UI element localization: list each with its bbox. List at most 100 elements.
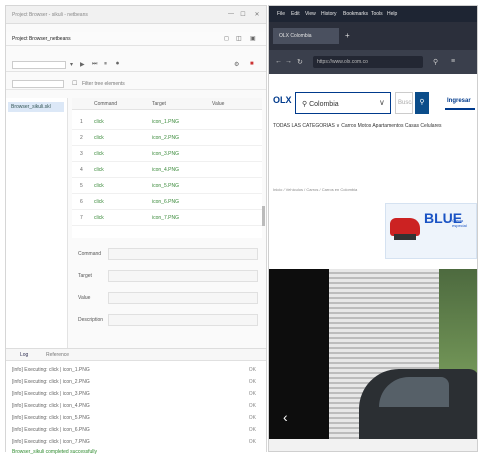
value-label: Value [78,295,91,301]
log-status: OK [248,391,256,397]
row-target: icon_6.PNG [152,199,179,205]
browser-window: File Edit View History Bookmarks Tools H… [268,5,478,452]
project-name: Project Browser_netbeans [12,36,71,42]
tab-reference[interactable]: Reference [46,352,69,358]
maximize-icon[interactable]: ☐ [238,11,248,19]
settings-icon[interactable]: ⚙ [234,61,239,68]
ad-car-base [394,234,416,240]
category-bar[interactable]: TODAS LAS CATEGORÍAS ∨ Carros Motos Apar… [273,123,477,133]
row-target: icon_3.PNG [152,151,179,157]
address-input[interactable]: https://www.olx.com.co [313,56,423,68]
row-number: 2 [80,135,83,141]
browser-tabbar: OLX Colombia + [269,22,477,50]
stop-icon[interactable]: ■ [250,61,254,67]
row-target: icon_2.PNG [152,135,179,141]
log-entry: [info] Executing: click | icon_4.PNG OK [12,403,262,415]
table-scrollbar[interactable] [262,206,265,226]
tab-log[interactable]: Log [20,352,28,358]
forward-icon[interactable]: → [285,58,292,65]
menu-edit[interactable]: Edit [291,11,300,17]
new-icon[interactable]: ◻ [224,35,229,42]
menu-icon[interactable]: ≡ [451,58,455,65]
column-value[interactable]: Value [212,101,224,107]
table-row[interactable]: 3 click icon_3.PNG [72,146,262,162]
table-row[interactable]: 5 click icon_5.PNG [72,178,262,194]
column-command[interactable]: Command [94,101,117,107]
location-select[interactable]: ⚲ Colombia [295,92,391,114]
table-row[interactable]: 1 click icon_1.PNG [72,114,262,130]
log-entry: [info] Executing: click | icon_3.PNG OK [12,391,262,403]
table-row[interactable]: 2 click icon_2.PNG [72,130,262,146]
listing-photo[interactable]: ‹ [269,269,477,439]
project-bar: Project Browser_netbeans ◻ ◫ ▣ [6,32,266,46]
menu-view[interactable]: View [305,11,316,17]
log-text: [info] Executing: click | icon_4.PNG [12,403,90,409]
log-tabs: Log Reference [6,349,266,361]
save-icon[interactable]: ▣ [250,35,256,42]
pause-icon[interactable]: ⏸ [104,61,107,68]
project-tree: Browser_sikuli.skl [6,98,68,348]
command-editor: Command Target Value Description [72,242,262,342]
chevron-left-icon[interactable]: ‹ [283,409,288,425]
column-target[interactable]: Target [152,101,166,107]
row-target: icon_1.PNG [152,119,179,125]
new-tab-icon[interactable]: + [345,31,350,40]
log-text: [info] Executing: click | icon_6.PNG [12,427,90,433]
target-input[interactable] [108,270,258,282]
description-input[interactable] [108,314,258,326]
page-footer-strip [269,439,477,451]
menu-tools[interactable]: Tools [371,11,383,17]
back-icon[interactable]: ← [275,58,282,65]
log-panel: Log Reference [info] Executing: click | … [6,348,266,455]
open-icon[interactable]: ◫ [236,35,242,42]
log-text: [info] Executing: click | icon_7.PNG [12,439,90,445]
olx-logo[interactable]: OLX [273,95,292,109]
search-input[interactable]: Buscar [395,92,413,114]
log-status: OK [248,403,256,409]
command-table: Command Target Value 1 click icon_1.PNG … [72,98,262,238]
row-command: click [94,135,104,141]
tab-olx[interactable]: OLX Colombia [273,28,339,44]
speed-select[interactable] [12,61,66,69]
filter-bar: ☐ Filter tree elements [6,78,266,90]
command-input[interactable] [108,248,258,260]
reload-icon[interactable]: ↻ [297,58,303,66]
chevron-down-icon[interactable]: ▾ [70,61,73,68]
row-number: 6 [80,199,83,205]
table-row[interactable]: 6 click icon_6.PNG [72,194,262,210]
checkbox-icon[interactable]: ☐ [72,80,77,87]
ad-subtext: Oferta especial [452,218,467,228]
menu-bookmarks[interactable]: Bookmarks [343,11,368,17]
menu-help[interactable]: Help [387,11,397,17]
login-link[interactable]: Ingresar [447,98,471,104]
value-input[interactable] [108,292,258,304]
row-command: click [94,215,104,221]
menu-history[interactable]: History [321,11,337,17]
record-icon[interactable]: ⏺ [116,61,119,68]
browser-menubar: File Edit View History Bookmarks Tools H… [269,6,477,22]
search-button[interactable]: ⚲ [415,92,429,114]
site-header: OLX ⚲ Colombia ∨ Buscar ⚲ Ingresar [269,90,477,116]
step-icon[interactable]: ⏭ [92,61,97,68]
search-icon[interactable]: ⚲ [433,58,438,66]
chevron-down-icon[interactable]: ∨ [379,98,385,107]
browser-toolbar: ← → ↻ https://www.olx.com.co ⚲ ≡ [269,50,477,74]
target-label: Target [78,273,92,279]
row-target: icon_4.PNG [152,167,179,173]
filter-label: Filter tree elements [82,81,125,87]
tree-item-selected[interactable]: Browser_sikuli.skl [8,102,64,112]
table-header: Command Target Value [72,98,262,110]
row-number: 1 [80,119,83,125]
row-number: 4 [80,167,83,173]
breadcrumb[interactable]: Inicio / Vehículos / Carros / Carros en … [273,187,477,195]
play-icon[interactable]: ▶ [80,61,85,68]
table-row[interactable]: 4 click icon_4.PNG [72,162,262,178]
minimize-icon[interactable]: — [226,11,236,19]
tree-search-input[interactable] [12,80,64,88]
close-icon[interactable]: ✕ [252,11,262,19]
menu-file[interactable]: File [277,11,285,17]
log-text: [info] Executing: click | icon_3.PNG [12,391,90,397]
window-titlebar: Project Browser - sikuli - netbeans — ☐ … [6,6,266,24]
ad-banner[interactable]: BLUE Oferta especial [385,203,477,259]
table-row[interactable]: 7 click icon_7.PNG [72,210,262,226]
